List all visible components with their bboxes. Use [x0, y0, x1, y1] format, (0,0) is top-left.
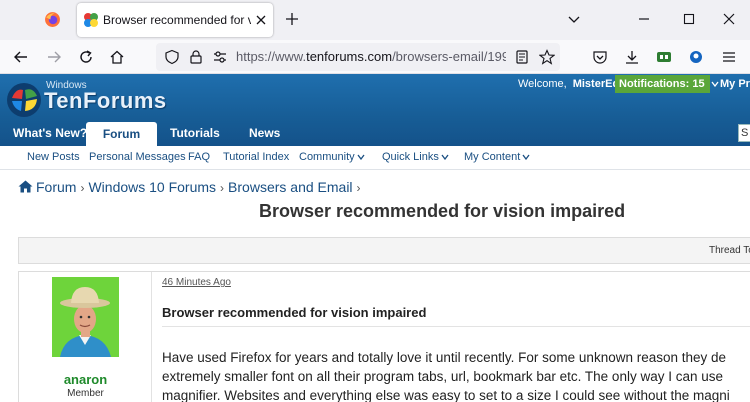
- breadcrumb-forum[interactable]: Forum: [36, 179, 76, 195]
- tenforums-favicon: [84, 13, 98, 27]
- welcome-username[interactable]: MisterEd: [573, 78, 619, 90]
- maximize-icon[interactable]: [681, 11, 697, 27]
- chevron-down-icon: [711, 81, 719, 88]
- reload-icon[interactable]: [78, 49, 94, 65]
- list-all-tabs-chevron-icon[interactable]: [566, 11, 582, 27]
- breadcrumb-windows-10-forums[interactable]: Windows 10 Forums: [88, 179, 216, 195]
- minimize-icon[interactable]: [636, 11, 652, 27]
- post-author-name[interactable]: anaron: [19, 372, 152, 387]
- forum-post: anaron Member 46 Minutes Ago Browser rec…: [18, 271, 750, 402]
- chevron-down-icon: [357, 154, 365, 161]
- subnav-new-posts[interactable]: New Posts: [27, 151, 80, 163]
- lock-icon[interactable]: [188, 49, 204, 65]
- downloads-icon[interactable]: [624, 49, 640, 65]
- breadcrumb-browsers-and-email[interactable]: Browsers and Email: [228, 179, 353, 195]
- url-prefix: https://www.: [236, 49, 307, 64]
- post-divider: [162, 326, 750, 327]
- subnav-my-content[interactable]: My Content: [464, 151, 530, 163]
- post-user-info: anaron Member: [19, 272, 152, 402]
- home-icon[interactable]: [109, 49, 125, 65]
- tab-tutorials[interactable]: Tutorials: [170, 126, 220, 140]
- welcome-message: Welcome, MisterEd: [518, 78, 619, 90]
- forward-arrow-icon[interactable]: [46, 49, 62, 65]
- post-body-line: extremely smaller font on all their prog…: [162, 369, 723, 384]
- window-close-icon[interactable]: [721, 11, 737, 27]
- post-body-line: Have used Firefox for years and totally …: [162, 350, 727, 365]
- reader-view-icon[interactable]: [514, 49, 530, 65]
- my-profile-link[interactable]: My Pr: [720, 78, 750, 90]
- url-host: tenforums.com: [306, 49, 393, 64]
- subnav-personal-messages[interactable]: Personal Messages: [89, 151, 186, 163]
- breadcrumb: Forum › Windows 10 Forums › Browsers and Ema…: [18, 179, 365, 195]
- breadcrumb-separator-icon: ›: [356, 181, 361, 195]
- url-path: /browsers-email/19945: [392, 49, 506, 64]
- notifications-label: Notifications: 15: [619, 78, 705, 90]
- url-text[interactable]: https://www.tenforums.com/browsers-email…: [236, 49, 506, 65]
- active-browser-tab[interactable]: Browser recommended for vision impaired: [77, 3, 273, 37]
- chevron-down-icon: [441, 154, 449, 161]
- back-arrow-icon[interactable]: [13, 49, 29, 65]
- browser-tab-strip: Browser recommended for vision impaired: [0, 0, 750, 40]
- url-bar[interactable]: https://www.tenforums.com/browsers-email…: [156, 43, 560, 71]
- subnav-faq[interactable]: FAQ: [188, 151, 210, 163]
- tracking-shield-icon[interactable]: [164, 49, 180, 65]
- subnav-quick-links-label: Quick Links: [382, 151, 439, 163]
- post-timestamp[interactable]: 46 Minutes Ago: [162, 277, 231, 288]
- extension-blue-icon[interactable]: [688, 49, 704, 65]
- post-author-title: Member: [67, 388, 104, 399]
- site-search-input[interactable]: S: [738, 124, 750, 142]
- logo-tenforums-text[interactable]: TenForums: [44, 88, 167, 114]
- extension-green-icon[interactable]: [656, 49, 672, 65]
- close-icon[interactable]: [253, 12, 269, 28]
- post-body: Have used Firefox for years and totally …: [162, 348, 750, 402]
- welcome-label: Welcome,: [518, 78, 567, 90]
- thread-toolbar: Thread To: [18, 237, 750, 264]
- chevron-down-icon: [522, 154, 530, 161]
- pocket-icon[interactable]: [592, 49, 608, 65]
- breadcrumb-separator-icon: ›: [220, 181, 225, 195]
- home-icon[interactable]: [18, 180, 33, 193]
- notifications-button[interactable]: Notifications: 15: [615, 75, 719, 93]
- browser-navigation-bar: https://www.tenforums.com/browsers-email…: [0, 40, 750, 95]
- sub-navigation: New Posts Personal Messages FAQ Tutorial…: [0, 146, 750, 170]
- tab-whats-new[interactable]: What's New?: [13, 126, 87, 140]
- tab-news[interactable]: News: [249, 126, 280, 140]
- permissions-icon[interactable]: [212, 49, 228, 65]
- bookmark-star-icon[interactable]: [539, 49, 555, 65]
- subnav-community[interactable]: Community: [299, 151, 365, 163]
- tab-title: Browser recommended for vision impaired: [103, 13, 251, 27]
- post-title: Browser recommended for vision impaired: [162, 305, 427, 320]
- page-title: Browser recommended for vision impaired: [259, 201, 626, 221]
- site-header: Windows TenForums Welcome, MisterEd Notif…: [0, 74, 750, 146]
- subnav-tutorial-index[interactable]: Tutorial Index: [223, 151, 289, 163]
- windows-orb-logo-icon[interactable]: [6, 82, 42, 118]
- subnav-my-content-label: My Content: [464, 151, 521, 163]
- new-tab-plus-icon[interactable]: [284, 11, 300, 27]
- breadcrumb-separator-icon: ›: [80, 181, 85, 195]
- thread-tools-menu[interactable]: Thread To: [709, 245, 750, 256]
- post-body-line: magnifier. Websites and everything else …: [162, 388, 730, 402]
- avatar[interactable]: [52, 277, 119, 357]
- subnav-quick-links[interactable]: Quick Links: [382, 151, 449, 163]
- firefox-icon[interactable]: [44, 11, 61, 28]
- tab-forum[interactable]: Forum: [86, 122, 157, 146]
- hamburger-menu-icon[interactable]: [721, 49, 737, 65]
- subnav-community-label: Community: [299, 151, 355, 163]
